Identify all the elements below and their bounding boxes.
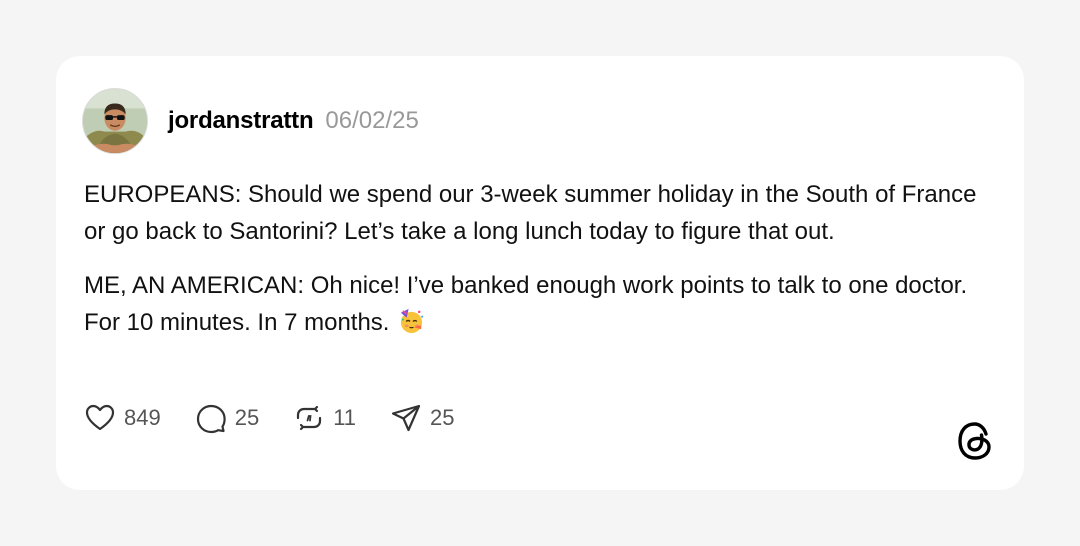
reply-count: 25	[234, 405, 260, 430]
post-paragraph-text: ME, AN AMERICAN: Oh nice! I’ve banked en…	[84, 272, 968, 336]
heart-icon	[85, 404, 115, 431]
repost-button[interactable]: 11	[293, 402, 356, 434]
post-card: jordanstrattn 06/02/25 EUROPEANS: Should…	[56, 56, 1024, 490]
send-icon	[391, 404, 421, 432]
post-body: EUROPEANS: Should we spend our 3-week su…	[84, 176, 984, 358]
post-date: 06/02/25	[325, 107, 419, 134]
post-paragraph: ME, AN AMERICAN: Oh nice! I’ve banked en…	[84, 267, 984, 341]
post-actions: 849 25 11 25	[84, 400, 489, 436]
post-paragraph: EUROPEANS: Should we spend our 3-week su…	[84, 181, 977, 245]
partying-face-icon	[401, 308, 424, 334]
repost-icon	[297, 405, 322, 431]
avatar[interactable]	[82, 88, 148, 154]
profile-photo-icon	[83, 89, 147, 153]
like-count: 849	[124, 405, 161, 430]
share-button[interactable]: 25	[390, 402, 455, 434]
repost-count: 11	[333, 405, 357, 430]
like-button[interactable]: 849	[84, 402, 161, 434]
reply-button[interactable]: 25	[195, 402, 259, 434]
share-count: 25	[430, 405, 455, 430]
comment-bubble-icon	[196, 404, 226, 434]
username[interactable]: jordanstrattn	[168, 107, 314, 135]
post-header: jordanstrattn 06/02/25	[82, 88, 419, 154]
threads-logo-icon[interactable]	[955, 420, 995, 462]
